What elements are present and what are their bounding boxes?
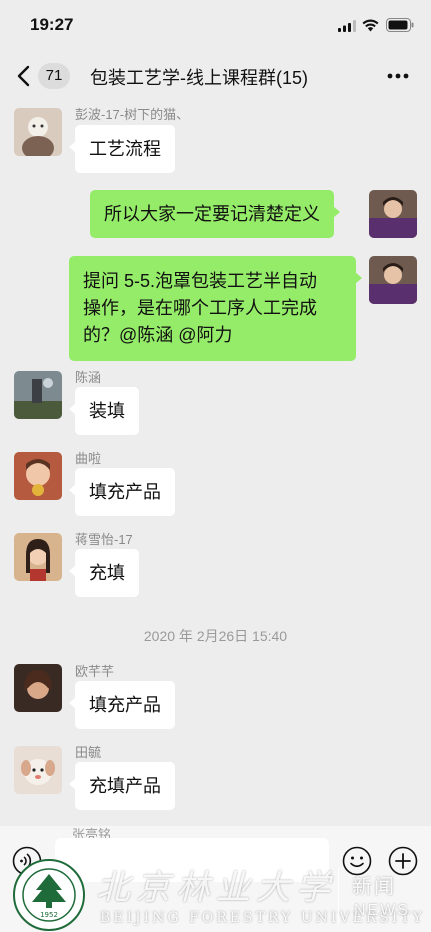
avatar[interactable]	[14, 533, 62, 581]
sender-name: 陈涵	[75, 370, 102, 385]
avatar[interactable]	[14, 452, 62, 500]
wifi-icon	[362, 19, 379, 32]
message-bubble[interactable]: 所以大家一定要记清楚定义	[90, 190, 340, 238]
message-bubble[interactable]: 提问 5-5.泡罩包装工艺半自动 操作，是在哪个工序人工完成 的？@陈涵 @阿力	[69, 256, 362, 361]
message-line: 提问 5-5.泡罩包装工艺半自动	[83, 271, 318, 291]
avatar[interactable]	[14, 371, 62, 419]
sender-name: 田毓	[75, 745, 102, 760]
message-bubble[interactable]: 充填产品	[69, 762, 175, 810]
avatar[interactable]	[14, 108, 62, 156]
message-bubble[interactable]: 工艺流程	[69, 125, 175, 173]
status-time: 19:27	[30, 15, 74, 34]
unread-count-badge[interactable]: 71	[38, 63, 70, 89]
plus-icon[interactable]	[388, 846, 418, 876]
avatar[interactable]	[369, 256, 417, 304]
avatar[interactable]	[14, 746, 62, 794]
back-arrow-icon[interactable]	[14, 64, 34, 88]
message-bubble[interactable]: 填充产品	[69, 468, 175, 516]
sender-name: 曲啦	[75, 451, 102, 466]
avatar[interactable]	[369, 190, 417, 238]
more-options-icon[interactable]	[386, 72, 410, 80]
message-input[interactable]	[55, 838, 329, 882]
status-bar: 19:27	[0, 0, 431, 52]
message-line: 的？@陈涵 @阿力	[83, 325, 233, 345]
voice-input-icon[interactable]	[12, 846, 42, 876]
chat-title: 包装工艺学-线上课程群(15)	[90, 68, 309, 88]
signal-icon	[338, 20, 356, 32]
battery-icon	[386, 18, 414, 32]
sender-name: 欧芊芊	[75, 664, 115, 679]
message-bubble[interactable]: 充填	[69, 549, 139, 597]
message-line: 操作，是在哪个工序人工完成	[83, 298, 317, 318]
timestamp-divider: 2020 年 2月26日 15:40	[143, 628, 288, 644]
message-bubble[interactable]: 装填	[69, 387, 139, 435]
sender-name: 蒋雪怡-17	[75, 532, 133, 547]
avatar[interactable]	[14, 664, 62, 712]
emoji-icon[interactable]	[342, 846, 372, 876]
chat-header: 71 包装工艺学-线上课程群(15)	[0, 52, 431, 100]
input-bar: 张亮铭	[0, 826, 431, 932]
message-bubble[interactable]: 填充产品	[69, 681, 175, 729]
sender-name: 彭波-17-树下的猫、	[75, 107, 190, 122]
